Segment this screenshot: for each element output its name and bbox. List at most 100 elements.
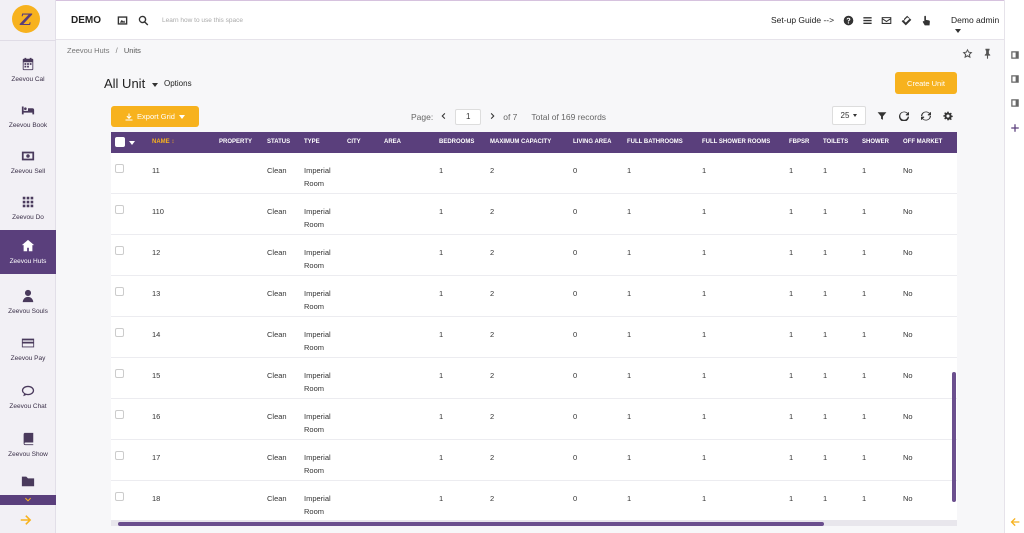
- filter-icon[interactable]: [877, 111, 887, 121]
- column-header-status[interactable]: Status: [267, 139, 290, 145]
- page-number-input[interactable]: 1: [455, 109, 482, 125]
- cell-living: 0: [573, 330, 578, 339]
- cell-name[interactable]: 18: [152, 492, 160, 505]
- sidebar-item-zeevou-huts[interactable]: Zeevou Huts: [0, 230, 56, 274]
- mail-icon[interactable]: [881, 15, 892, 26]
- table-row[interactable]: 18 Clean Imperial Room 1 2 0 1 1 1 1 1 No: [111, 481, 957, 520]
- row-checkbox[interactable]: [115, 410, 124, 419]
- panel-icon[interactable]: [1010, 50, 1020, 60]
- table-row[interactable]: 16 Clean Imperial Room 1 2 0 1 1 1 1 1 No: [111, 399, 957, 440]
- plus-icon[interactable]: [1010, 123, 1020, 133]
- page-title[interactable]: All Unit: [104, 76, 158, 91]
- column-header-toilets[interactable]: Toilets: [823, 139, 848, 145]
- arrow-left-icon[interactable]: [1010, 517, 1020, 527]
- cell-capacity: 2: [490, 248, 495, 257]
- row-checkbox[interactable]: [115, 492, 124, 501]
- column-header-name[interactable]: Name ↕: [152, 139, 174, 145]
- column-header-shower[interactable]: Shower: [862, 139, 889, 145]
- grid-horizontal-scrollbar[interactable]: [118, 522, 824, 526]
- table-row[interactable]: 14 Clean Imperial Room 1 2 0 1 1 1 1 1 No: [111, 317, 957, 358]
- per-page-select[interactable]: 25: [832, 106, 866, 125]
- setup-guide-link[interactable]: Set-up Guide -->: [771, 15, 834, 25]
- table-row[interactable]: 17 Clean Imperial Room 1 2 0 1 1 1 1 1 No: [111, 440, 957, 481]
- bed-icon: [21, 106, 35, 115]
- column-header-maximum-capacity[interactable]: Maximum Capacity: [490, 139, 551, 145]
- sidebar-item-zeevou-show[interactable]: Zeevou Show: [0, 423, 56, 467]
- column-header-off-market[interactable]: Off Market: [903, 139, 942, 145]
- cell-name[interactable]: 17: [152, 451, 160, 464]
- cell-bedrooms: 1: [439, 494, 444, 503]
- column-header-full-shower-rooms[interactable]: Full Shower Rooms: [702, 139, 770, 145]
- cell-name[interactable]: 14: [152, 328, 160, 341]
- row-checkbox[interactable]: [115, 451, 124, 460]
- sidebar-item-zeevou-cal[interactable]: Zeevou Cal: [0, 48, 56, 92]
- cell-name[interactable]: 11: [152, 164, 160, 177]
- table-row[interactable]: 13 Clean Imperial Room 1 2 0 1 1 1 1 1 No: [111, 276, 957, 317]
- cell-name[interactable]: 15: [152, 369, 160, 382]
- sidebar-item-label: Zeevou Chat: [9, 403, 47, 410]
- export-grid-button[interactable]: Export Grid: [111, 106, 199, 127]
- gear-icon[interactable]: [943, 111, 953, 121]
- select-menu-chevron-icon[interactable]: [129, 141, 135, 145]
- cell-name[interactable]: 12: [152, 246, 160, 259]
- sidebar-item-zeevou-pay[interactable]: Zeevou Pay: [0, 327, 56, 371]
- sidebar-scroll-down[interactable]: [0, 495, 56, 505]
- menu-icon[interactable]: [862, 15, 873, 26]
- cell-fullbath: 1: [627, 207, 632, 216]
- table-row[interactable]: 15 Clean Imperial Room 1 2 0 1 1 1 1 1 No: [111, 358, 957, 399]
- column-header-living-area[interactable]: Living Area: [573, 139, 611, 145]
- row-checkbox[interactable]: [115, 287, 124, 296]
- image-icon[interactable]: [117, 15, 128, 26]
- cell-name[interactable]: 13: [152, 287, 160, 300]
- column-header-city[interactable]: City: [347, 139, 361, 145]
- sync-icon[interactable]: [921, 111, 931, 121]
- breadcrumb-root[interactable]: Zeevou Huts: [67, 46, 110, 55]
- sidebar-item-folder[interactable]: [0, 470, 56, 496]
- star-icon[interactable]: [962, 48, 974, 60]
- table-row[interactable]: 12 Clean Imperial Room 1 2 0 1 1 1 1 1 No: [111, 235, 957, 276]
- column-header-full-bathrooms[interactable]: Full Bathrooms: [627, 139, 683, 145]
- prev-page-button[interactable]: [439, 112, 447, 122]
- column-header-fbpsr[interactable]: FBPSR: [789, 139, 809, 145]
- sidebar-item-zeevou-chat[interactable]: Zeevou Chat: [0, 375, 56, 419]
- column-header-bedrooms[interactable]: Bedrooms: [439, 139, 474, 145]
- table-row[interactable]: 11 Clean Imperial Room 1 2 0 1 1 1 1 1 No: [111, 153, 957, 194]
- pointer-icon[interactable]: [921, 15, 932, 26]
- select-all-checkbox[interactable]: [115, 137, 125, 147]
- ticket-icon[interactable]: [901, 15, 912, 26]
- search-icon[interactable]: [138, 15, 149, 26]
- grid-vertical-scrollbar[interactable]: [952, 372, 956, 502]
- search-input[interactable]: Learn how to use this space: [162, 17, 243, 24]
- sidebar-item-zeevou-do[interactable]: Zeevou Do: [0, 186, 56, 230]
- refresh-icon[interactable]: [899, 111, 909, 122]
- logo[interactable]: Z: [12, 5, 40, 33]
- cell-living: 0: [573, 289, 578, 298]
- sidebar-item-zeevou-book[interactable]: Zeevou Book: [0, 94, 56, 138]
- help-icon[interactable]: [843, 15, 854, 26]
- sidebar-item-zeevou-souls[interactable]: Zeevou Souls: [0, 280, 56, 324]
- panel-icon[interactable]: [1010, 98, 1020, 108]
- pin-icon[interactable]: [982, 48, 994, 60]
- next-page-button[interactable]: [489, 112, 497, 122]
- column-header-area[interactable]: Area: [384, 139, 401, 145]
- row-checkbox[interactable]: [115, 205, 124, 214]
- cell-name[interactable]: 110: [152, 205, 164, 218]
- column-header-property[interactable]: Property: [219, 139, 252, 145]
- table-row[interactable]: 110 Clean Imperial Room 1 2 0 1 1 1 1 1 No: [111, 194, 957, 235]
- cell-offmarket: No: [903, 289, 913, 298]
- create-unit-button[interactable]: Create Unit: [895, 72, 957, 94]
- cell-name[interactable]: 16: [152, 410, 160, 423]
- column-header-type[interactable]: Type: [304, 139, 320, 145]
- panel-icon[interactable]: [1010, 74, 1020, 84]
- row-checkbox[interactable]: [115, 369, 124, 378]
- row-checkbox[interactable]: [115, 328, 124, 337]
- user-menu[interactable]: Demo admin: [951, 15, 1004, 35]
- options-link[interactable]: Options: [164, 79, 192, 88]
- row-checkbox[interactable]: [115, 164, 124, 173]
- cell-fullshower: 1: [702, 248, 707, 257]
- cell-fbpsr: 1: [789, 494, 794, 503]
- cell-type-line: Imperial: [304, 289, 331, 298]
- sidebar-item-zeevou-sell[interactable]: Zeevou Sell: [0, 140, 56, 184]
- row-checkbox[interactable]: [115, 246, 124, 255]
- sidebar-expand[interactable]: [20, 514, 32, 526]
